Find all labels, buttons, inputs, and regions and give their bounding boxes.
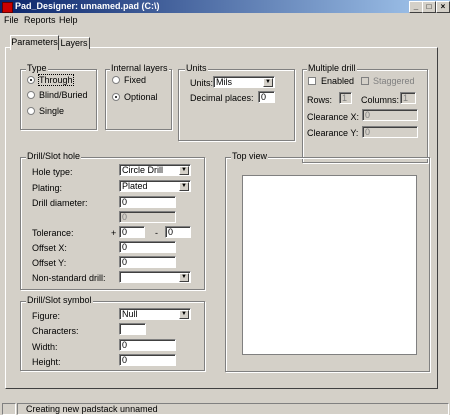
chevron-down-icon[interactable]: ▼	[179, 273, 189, 282]
status-pane-left	[2, 403, 16, 415]
units-group-title: Units	[185, 63, 208, 73]
status-text: Creating new padstack unnamed	[26, 404, 158, 414]
decimal-places-label: Decimal places:	[190, 93, 254, 103]
columns-input[interactable]: 1	[400, 92, 416, 104]
units-label: Units:	[190, 78, 214, 88]
clearance-x-input[interactable]: 0	[362, 109, 418, 121]
tab-parameters[interactable]: Parameters	[10, 35, 59, 50]
type-group-title: Type	[26, 63, 48, 73]
units-select-value: Mils	[216, 77, 232, 87]
plating-label: Plating:	[32, 183, 63, 193]
type-single-radio[interactable]	[27, 107, 35, 115]
figure-select[interactable]: Null ▼	[119, 308, 191, 320]
hole-type-label: Hole type:	[32, 167, 73, 177]
figure-value: Null	[122, 309, 138, 319]
tolerance-minus-sign: -	[155, 228, 158, 238]
height-label: Height:	[32, 357, 61, 367]
figure-label: Figure:	[32, 311, 61, 321]
chevron-down-icon[interactable]: ▼	[179, 310, 189, 319]
hole-type-select[interactable]: Circle Drill ▼	[119, 164, 191, 176]
type-through-radio[interactable]	[27, 76, 35, 84]
enabled-label[interactable]: Enabled	[321, 76, 354, 86]
status-bar: Creating new padstack unnamed	[0, 403, 450, 415]
tab-layers[interactable]: Layers	[58, 37, 90, 49]
rows-label: Rows:	[307, 95, 333, 105]
menu-file[interactable]: File	[4, 15, 19, 25]
staggered-checkbox[interactable]	[361, 77, 369, 85]
plating-select[interactable]: Plated ▼	[119, 180, 191, 192]
columns-label: Columns:	[361, 95, 400, 105]
drill-slot-hole-title: Drill/Slot hole	[26, 151, 82, 161]
height-input[interactable]: 0	[119, 354, 176, 366]
close-button[interactable]: ×	[436, 1, 450, 13]
non-standard-drill-label: Non-standard drill:	[32, 273, 106, 283]
top-view-canvas[interactable]	[242, 175, 417, 355]
multiple-drill-title: Multiple drill	[307, 63, 357, 73]
plating-value: Plated	[122, 181, 148, 191]
drill-diameter-input[interactable]: 0	[119, 196, 176, 208]
menu-bar: File Reports Help	[0, 13, 450, 27]
non-standard-drill-select[interactable]: ▼	[119, 271, 191, 283]
staggered-label: Staggered	[373, 76, 415, 86]
units-select[interactable]: Mils ▼	[213, 76, 275, 88]
tolerance-minus-input[interactable]: 0	[165, 226, 191, 238]
menu-help[interactable]: Help	[59, 15, 78, 25]
menu-reports[interactable]: Reports	[24, 15, 56, 25]
maximize-button[interactable]: □	[422, 1, 436, 13]
width-input[interactable]: 0	[119, 339, 176, 351]
status-pane-main: Creating new padstack unnamed	[17, 403, 449, 415]
minimize-button[interactable]: _	[409, 1, 423, 13]
internal-fixed-label[interactable]: Fixed	[124, 75, 146, 85]
internal-optional-label[interactable]: Optional	[124, 92, 158, 102]
width-label: Width:	[32, 342, 58, 352]
drill-slot-symbol-title: Drill/Slot symbol	[26, 295, 93, 305]
app-icon	[2, 2, 13, 13]
internal-layers-title: Internal layers	[110, 63, 169, 73]
characters-label: Characters:	[32, 326, 79, 336]
offset-y-input[interactable]: 0	[119, 256, 176, 268]
chevron-down-icon[interactable]: ▼	[263, 78, 273, 87]
drill-diameter-secondary-input[interactable]: 0	[119, 211, 176, 223]
type-blind-buried-radio[interactable]	[27, 91, 35, 99]
tolerance-plus-sign: +	[111, 228, 117, 238]
clearance-y-label: Clearance Y:	[307, 128, 359, 138]
offset-y-label: Offset Y:	[32, 258, 67, 268]
characters-input[interactable]	[119, 323, 146, 335]
clearance-x-label: Clearance X:	[307, 112, 360, 122]
clearance-y-input[interactable]: 0	[362, 126, 418, 138]
offset-x-input[interactable]: 0	[119, 241, 176, 253]
internal-optional-radio[interactable]	[112, 93, 120, 101]
hole-type-value: Circle Drill	[122, 165, 163, 175]
window-title: Pad_Designer: unnamed.pad (C:\)	[15, 1, 160, 11]
offset-x-label: Offset X:	[32, 243, 67, 253]
title-bar: Pad_Designer: unnamed.pad (C:\) _ □ ×	[0, 0, 450, 13]
chevron-down-icon[interactable]: ▼	[179, 182, 189, 191]
internal-fixed-radio[interactable]	[112, 76, 120, 84]
type-blind-buried-label[interactable]: Blind/Buried	[39, 90, 88, 100]
enabled-checkbox[interactable]	[308, 77, 316, 85]
rows-input[interactable]: 1	[339, 92, 352, 104]
chevron-down-icon[interactable]: ▼	[179, 166, 189, 175]
tolerance-label: Tolerance:	[32, 228, 74, 238]
tolerance-plus-input[interactable]: 0	[119, 226, 145, 238]
type-single-label[interactable]: Single	[39, 106, 64, 116]
type-through-label[interactable]: Through	[38, 74, 74, 86]
decimal-places-input[interactable]: 0	[258, 91, 275, 103]
top-view-title: Top view	[231, 151, 269, 161]
drill-diameter-label: Drill diameter:	[32, 198, 88, 208]
